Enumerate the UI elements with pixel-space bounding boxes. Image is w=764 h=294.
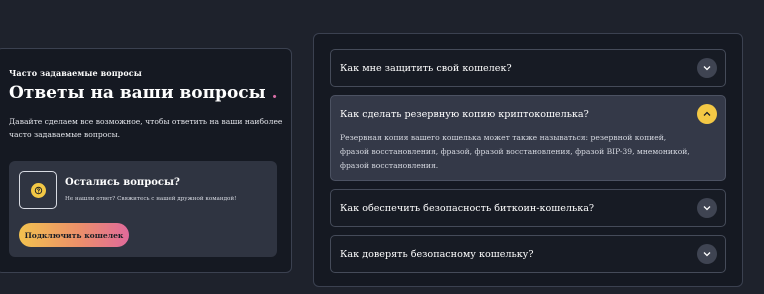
faq-question[interactable]: Как доверять безопасному кошельку?: [340, 236, 533, 273]
title-dot: .: [271, 83, 278, 103]
faq-question[interactable]: Как сделать резервную копию криптокошель…: [340, 96, 589, 133]
faq-intro-panel: Часто задаваемые вопросы Ответы на ваши …: [0, 48, 292, 273]
help-icon-box: [19, 171, 57, 209]
page-title: Ответы на ваши вопросы .: [9, 83, 278, 103]
faq-item[interactable]: Как мне защитить свой кошелек?: [330, 49, 726, 87]
section-description: Давайте сделаем все возможное, чтобы отв…: [9, 117, 283, 139]
chevron-down-icon[interactable]: [697, 198, 717, 218]
help-card-subtitle: Не нашли ответ? Свяжитесь с нашей дружно…: [65, 196, 237, 202]
title-text: Ответы на ваши вопросы: [9, 83, 266, 103]
faq-accordion: Как мне защитить свой кошелек? Как сдела…: [313, 33, 743, 287]
faq-question[interactable]: Как обеспечить безопасность биткоин-коше…: [340, 190, 594, 227]
chevron-down-icon[interactable]: [697, 58, 717, 78]
connect-wallet-button[interactable]: Подключить кошелек: [19, 223, 129, 247]
faq-item[interactable]: Как доверять безопасному кошельку?: [330, 235, 726, 273]
faq-item[interactable]: Как обеспечить безопасность биткоин-коше…: [330, 189, 726, 227]
question-icon: [30, 182, 46, 198]
help-card: Остались вопросы? Не нашли ответ? Свяжит…: [9, 161, 277, 257]
faq-question[interactable]: Как мне защитить свой кошелек?: [340, 50, 512, 87]
chevron-up-icon[interactable]: [697, 104, 717, 124]
chevron-down-icon[interactable]: [697, 244, 717, 264]
faq-item-expanded[interactable]: Как сделать резервную копию криптокошель…: [330, 95, 726, 181]
help-card-title: Остались вопросы?: [65, 177, 180, 188]
section-eyebrow: Часто задаваемые вопросы: [9, 68, 142, 78]
faq-answer: Резервная копия вашего кошелька может та…: [340, 133, 690, 170]
